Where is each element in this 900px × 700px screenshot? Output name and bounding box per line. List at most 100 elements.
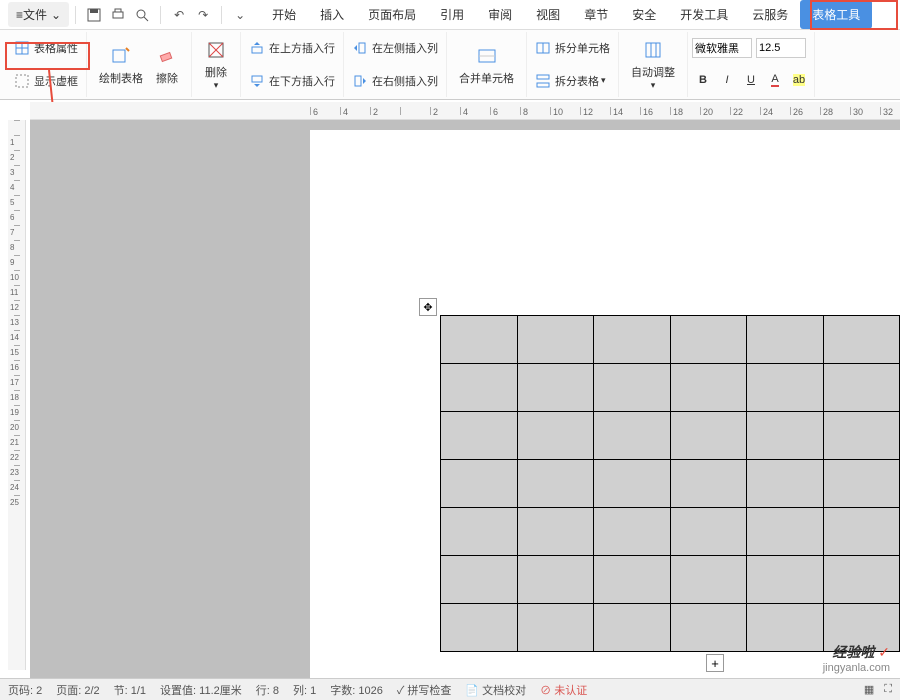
status-col[interactable]: 列: 1 bbox=[293, 682, 316, 698]
tab-view[interactable]: 视图 bbox=[524, 0, 572, 29]
table-cell[interactable] bbox=[747, 460, 824, 508]
insert-row-above-button[interactable]: 在上方插入行 bbox=[245, 38, 339, 58]
autofit-label: 自动调整 bbox=[631, 64, 675, 80]
tab-cloud[interactable]: 云服务 bbox=[740, 0, 800, 29]
table-cell[interactable] bbox=[441, 556, 518, 604]
table-cell[interactable] bbox=[594, 364, 671, 412]
table-cell[interactable] bbox=[517, 412, 594, 460]
tab-layout[interactable]: 页面布局 bbox=[356, 0, 428, 29]
table-cell[interactable] bbox=[670, 316, 747, 364]
table-cell[interactable] bbox=[670, 364, 747, 412]
table-cell[interactable] bbox=[747, 508, 824, 556]
delete-button[interactable]: 删除 ▾ bbox=[198, 34, 234, 95]
autofit-icon bbox=[641, 38, 665, 62]
table-properties-button[interactable]: 表格属性 bbox=[10, 38, 82, 58]
tab-review[interactable]: 审阅 bbox=[476, 0, 524, 29]
font-color-button[interactable]: A bbox=[766, 71, 784, 89]
table-cell[interactable] bbox=[441, 412, 518, 460]
table-cell[interactable] bbox=[517, 508, 594, 556]
status-page-code[interactable]: 页码: 2 bbox=[8, 682, 42, 698]
table-cell[interactable] bbox=[441, 508, 518, 556]
vertical-ruler[interactable]: 1234567891011121314151617181920212223242… bbox=[8, 120, 26, 670]
table-cell[interactable] bbox=[594, 604, 671, 652]
font-name-select[interactable] bbox=[692, 38, 752, 58]
tab-chapter[interactable]: 章节 bbox=[572, 0, 620, 29]
table-cell[interactable] bbox=[823, 412, 900, 460]
table-cell[interactable] bbox=[517, 556, 594, 604]
table-cell[interactable] bbox=[594, 508, 671, 556]
table-cell[interactable] bbox=[747, 556, 824, 604]
horizontal-ruler[interactable]: 6422468101214161820222426283032 bbox=[30, 102, 900, 120]
print-icon[interactable] bbox=[109, 6, 127, 24]
table-cell[interactable] bbox=[823, 364, 900, 412]
highlight-button[interactable]: ab bbox=[790, 71, 808, 89]
tab-insert[interactable]: 插入 bbox=[308, 0, 356, 29]
chevron-down-icon[interactable]: ⌄ bbox=[231, 6, 249, 24]
table-cell[interactable] bbox=[670, 508, 747, 556]
table-cell[interactable] bbox=[670, 556, 747, 604]
table-cell[interactable] bbox=[747, 412, 824, 460]
table-cell[interactable] bbox=[747, 604, 824, 652]
font-size-select[interactable] bbox=[756, 38, 806, 58]
tab-devtools[interactable]: 开发工具 bbox=[668, 0, 740, 29]
table-cell[interactable] bbox=[823, 460, 900, 508]
table-move-handle[interactable]: ✥ bbox=[419, 298, 437, 316]
tab-references[interactable]: 引用 bbox=[428, 0, 476, 29]
table-cell[interactable] bbox=[517, 460, 594, 508]
eraser-button[interactable]: 擦除 bbox=[149, 40, 185, 90]
table-cell[interactable] bbox=[441, 364, 518, 412]
show-gridlines-label: 显示虚框 bbox=[34, 73, 78, 89]
insert-col-left-button[interactable]: 在左侧插入列 bbox=[348, 38, 442, 58]
table-cell[interactable] bbox=[670, 412, 747, 460]
file-menu[interactable]: ≡ 文件 ⌄ bbox=[8, 2, 69, 27]
table-add-handle[interactable]: + bbox=[706, 654, 724, 672]
undo-icon[interactable]: ↶ bbox=[170, 6, 188, 24]
insert-row-below-button[interactable]: 在下方插入行 bbox=[245, 71, 339, 91]
table-cell[interactable] bbox=[441, 604, 518, 652]
status-setting[interactable]: 设置值: 11.2厘米 bbox=[160, 682, 242, 698]
table-cell[interactable] bbox=[441, 460, 518, 508]
underline-button[interactable]: U bbox=[742, 71, 760, 89]
status-page[interactable]: 页面: 2/2 bbox=[56, 682, 99, 698]
status-spellcheck[interactable]: ✓ 拼写检查 bbox=[397, 682, 452, 698]
ribbon-group-insert-col: 在左侧插入列 在右侧插入列 bbox=[344, 32, 447, 97]
document-table[interactable] bbox=[440, 315, 900, 652]
status-section[interactable]: 节: 1/1 bbox=[114, 682, 146, 698]
table-cell[interactable] bbox=[594, 460, 671, 508]
status-unverified[interactable]: ⊘ 未认证 bbox=[540, 682, 587, 698]
bold-button[interactable]: B bbox=[694, 71, 712, 89]
table-cell[interactable] bbox=[594, 316, 671, 364]
table-cell[interactable] bbox=[823, 508, 900, 556]
status-line[interactable]: 行: 8 bbox=[256, 682, 279, 698]
insert-col-right-button[interactable]: 在右侧插入列 bbox=[348, 71, 442, 91]
status-words[interactable]: 字数: 1026 bbox=[330, 682, 383, 698]
table-cell[interactable] bbox=[517, 364, 594, 412]
preview-icon[interactable] bbox=[133, 6, 151, 24]
draw-table-button[interactable]: 绘制表格 bbox=[93, 40, 149, 90]
view-mode-icon[interactable]: ▦ bbox=[864, 683, 874, 696]
fullscreen-icon[interactable]: ⛶ bbox=[884, 683, 892, 696]
redo-icon[interactable]: ↷ bbox=[194, 6, 212, 24]
autofit-button[interactable]: 自动调整 ▾ bbox=[625, 34, 681, 95]
tab-table-tools[interactable]: 表格工具 bbox=[800, 0, 872, 29]
table-cell[interactable] bbox=[594, 556, 671, 604]
split-cells-button[interactable]: 拆分单元格 bbox=[531, 38, 614, 58]
table-cell[interactable] bbox=[670, 460, 747, 508]
show-gridlines-button[interactable]: 显示虚框 bbox=[10, 71, 82, 91]
table-cell[interactable] bbox=[747, 364, 824, 412]
table-cell[interactable] bbox=[823, 316, 900, 364]
tab-security[interactable]: 安全 bbox=[620, 0, 668, 29]
table-cell[interactable] bbox=[747, 316, 824, 364]
save-icon[interactable] bbox=[85, 6, 103, 24]
merge-cells-button[interactable]: 合并单元格 bbox=[453, 40, 520, 90]
italic-button[interactable]: I bbox=[718, 71, 736, 89]
tab-start[interactable]: 开始 bbox=[260, 0, 308, 29]
table-cell[interactable] bbox=[594, 412, 671, 460]
split-table-button[interactable]: 拆分表格 ▾ bbox=[531, 71, 614, 91]
table-cell[interactable] bbox=[670, 604, 747, 652]
status-doccheck[interactable]: 📄 文档校对 bbox=[465, 682, 526, 698]
table-cell[interactable] bbox=[517, 316, 594, 364]
table-cell[interactable] bbox=[823, 556, 900, 604]
table-cell[interactable] bbox=[517, 604, 594, 652]
table-cell[interactable] bbox=[441, 316, 518, 364]
